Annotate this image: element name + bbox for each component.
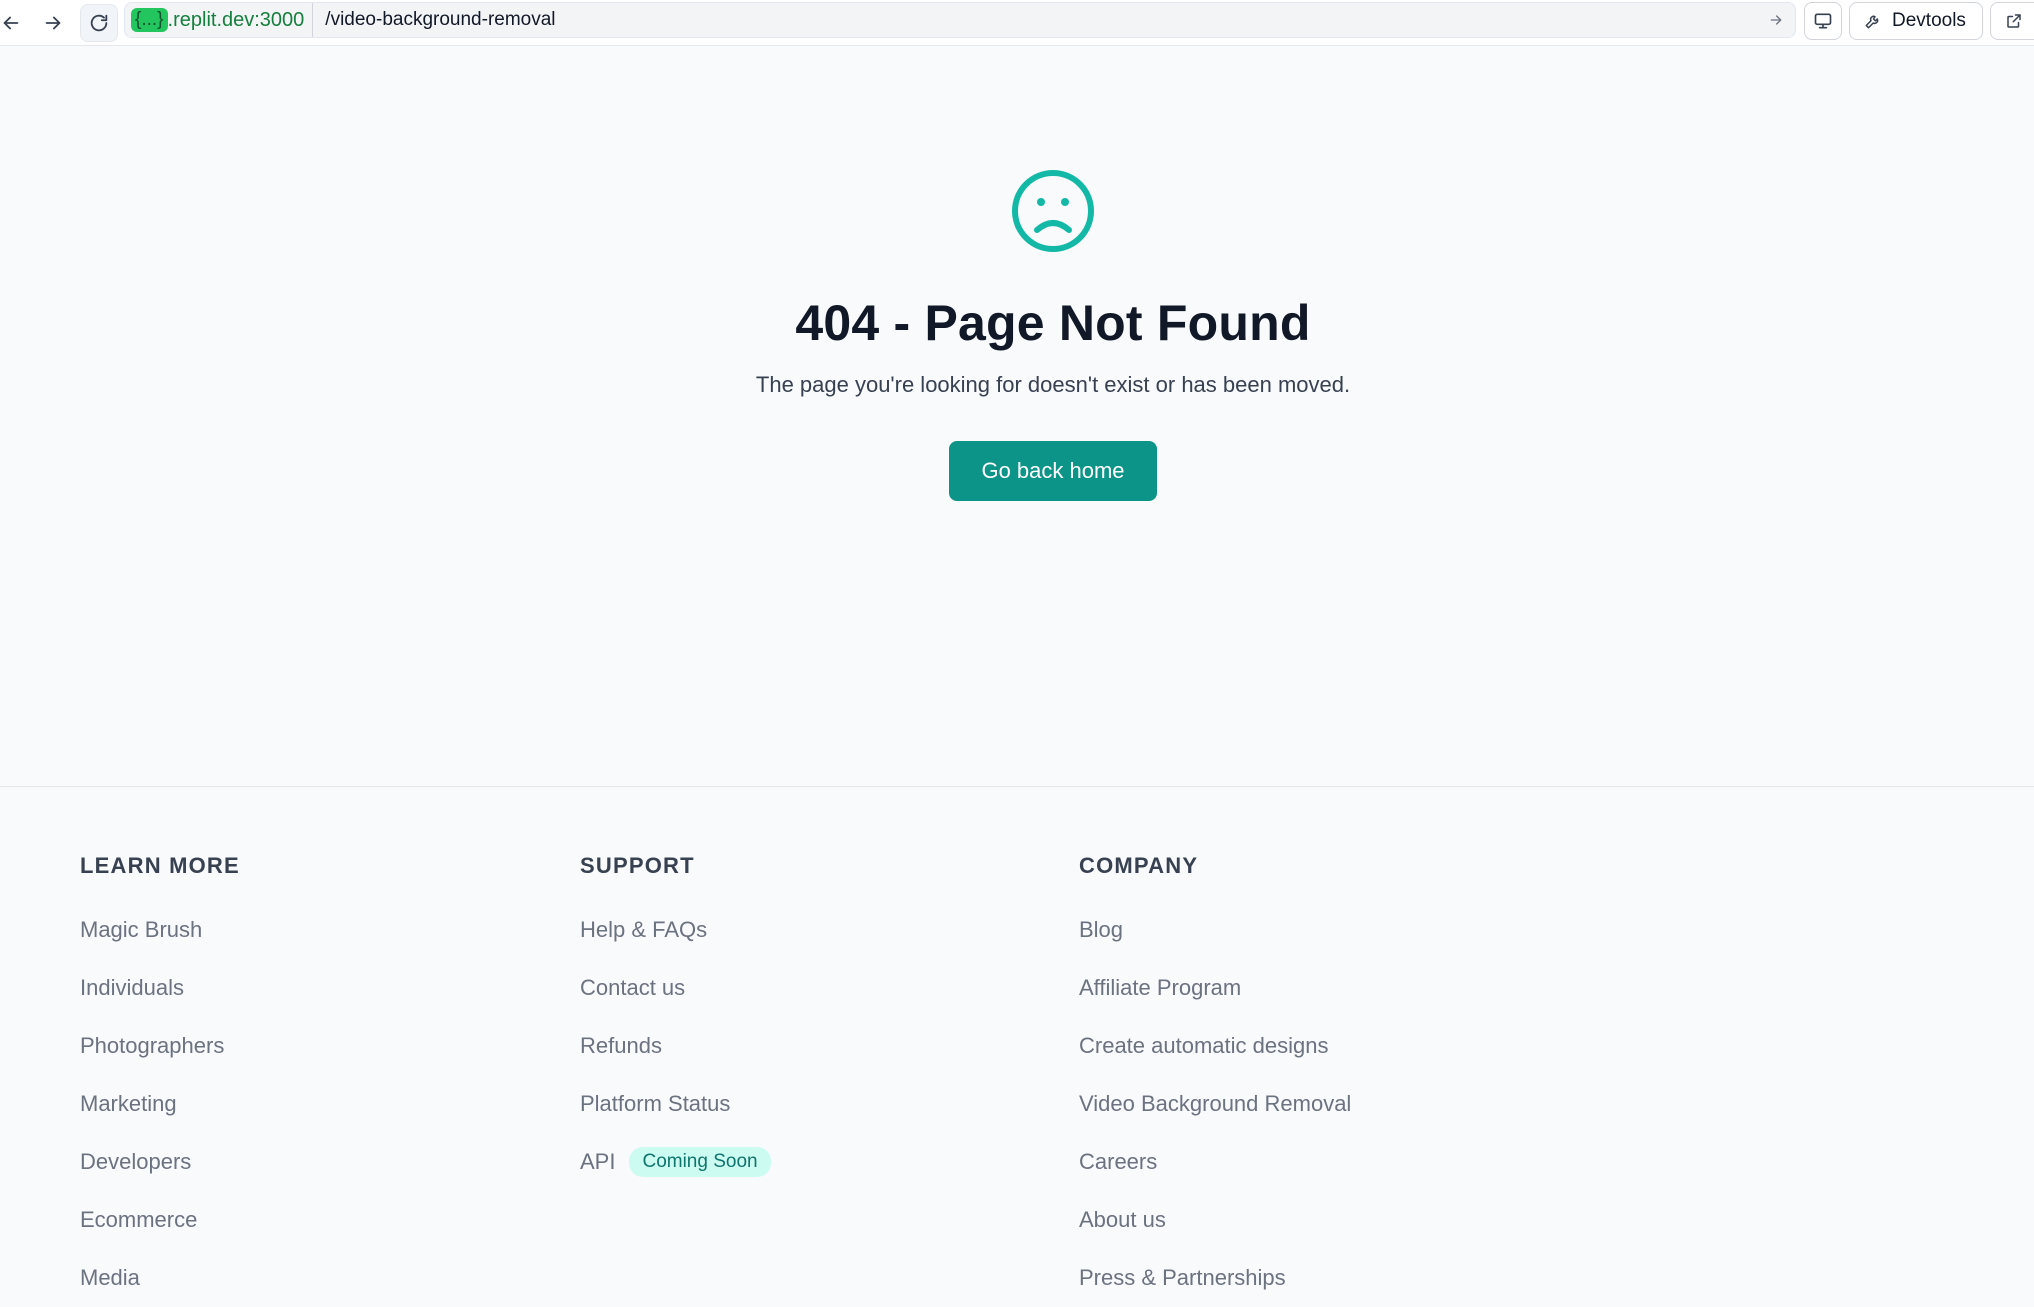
- browser-toolbar: {...} .replit.dev:3000 /video-background…: [0, 0, 2034, 46]
- device-preview-button[interactable]: [1804, 2, 1842, 40]
- footer-link-photographers[interactable]: Photographers: [80, 1033, 224, 1059]
- arrow-right-icon: [1770, 15, 1782, 25]
- footer-link-video-background-removal[interactable]: Video Background Removal: [1079, 1091, 1351, 1117]
- footer-link-magic-brush[interactable]: Magic Brush: [80, 917, 202, 943]
- footer-link-careers[interactable]: Careers: [1079, 1149, 1157, 1175]
- sad-face-icon: [1012, 170, 1094, 252]
- devtools-button[interactable]: Devtools: [1849, 2, 1983, 40]
- footer-link-ecommerce[interactable]: Ecommerce: [80, 1207, 197, 1233]
- footer-link-list: Help & FAQs Contact us Refunds Platform …: [580, 901, 771, 1191]
- reload-button[interactable]: [80, 4, 118, 42]
- footer-link-platform-status[interactable]: Platform Status: [580, 1091, 730, 1117]
- open-new-tab-button[interactable]: [1990, 2, 2034, 40]
- devtools-label: Devtools: [1892, 10, 1966, 31]
- url-path-input[interactable]: /video-background-removal: [313, 9, 1757, 31]
- address-bar[interactable]: {...} .replit.dev:3000 /video-background…: [124, 2, 1796, 38]
- footer-link-media[interactable]: Media: [80, 1265, 140, 1291]
- go-back-home-button[interactable]: Go back home: [949, 441, 1157, 501]
- forward-button[interactable]: [34, 4, 72, 42]
- page-title: 404 - Page Not Found: [795, 295, 1311, 351]
- footer-heading: SUPPORT: [580, 853, 695, 878]
- footer-heading: COMPANY: [1079, 853, 1199, 878]
- coming-soon-badge: Coming Soon: [629, 1147, 771, 1177]
- url-host: {...} .replit.dev:3000: [125, 3, 314, 37]
- footer-link-individuals[interactable]: Individuals: [80, 975, 184, 1001]
- footer-link-contact-us[interactable]: Contact us: [580, 975, 685, 1001]
- url-host-text: .replit.dev:3000: [167, 8, 305, 31]
- error-message: The page you're looking for doesn't exis…: [755, 372, 1351, 397]
- footer-link-list: Blog Affiliate Program Create automatic …: [1079, 901, 1351, 1307]
- footer-column-learn-more: LEARN MORE Magic Brush Individuals Photo…: [80, 853, 240, 1307]
- reload-icon: [90, 14, 108, 32]
- footer-link-blog[interactable]: Blog: [1079, 917, 1123, 943]
- footer-link-create-automatic-designs[interactable]: Create automatic designs: [1079, 1033, 1328, 1059]
- arrow-right-icon: [45, 16, 61, 30]
- footer-link-developers[interactable]: Developers: [80, 1149, 191, 1175]
- footer-link-list: Magic Brush Individuals Photographers Ma…: [80, 901, 240, 1307]
- url-host-tag: {...}: [131, 8, 168, 32]
- footer-link-refunds[interactable]: Refunds: [580, 1033, 662, 1059]
- footer-link-about-us[interactable]: About us: [1079, 1207, 1166, 1233]
- back-button[interactable]: [0, 4, 30, 42]
- arrow-left-icon: [3, 16, 19, 30]
- external-link-icon: [2007, 14, 2021, 28]
- footer-link-press-partnerships[interactable]: Press & Partnerships: [1079, 1265, 1286, 1291]
- footer-column-company: COMPANY Blog Affiliate Program Create au…: [1079, 853, 1351, 1307]
- wrench-icon: [1865, 15, 1879, 29]
- footer-heading: LEARN MORE: [80, 853, 240, 878]
- footer-link-help-faqs[interactable]: Help & FAQs: [580, 917, 707, 943]
- url-go-button[interactable]: [1757, 3, 1795, 37]
- site-footer: LEARN MORE Magic Brush Individuals Photo…: [0, 786, 2034, 1304]
- footer-link-api[interactable]: API: [580, 1149, 615, 1175]
- footer-link-affiliate-program[interactable]: Affiliate Program: [1079, 975, 1241, 1001]
- not-found-section: 404 - Page Not Found The page you're loo…: [0, 46, 2034, 786]
- footer-link-marketing[interactable]: Marketing: [80, 1091, 177, 1117]
- footer-column-support: SUPPORT Help & FAQs Contact us Refunds P…: [580, 853, 771, 1191]
- monitor-icon: [1814, 13, 1832, 29]
